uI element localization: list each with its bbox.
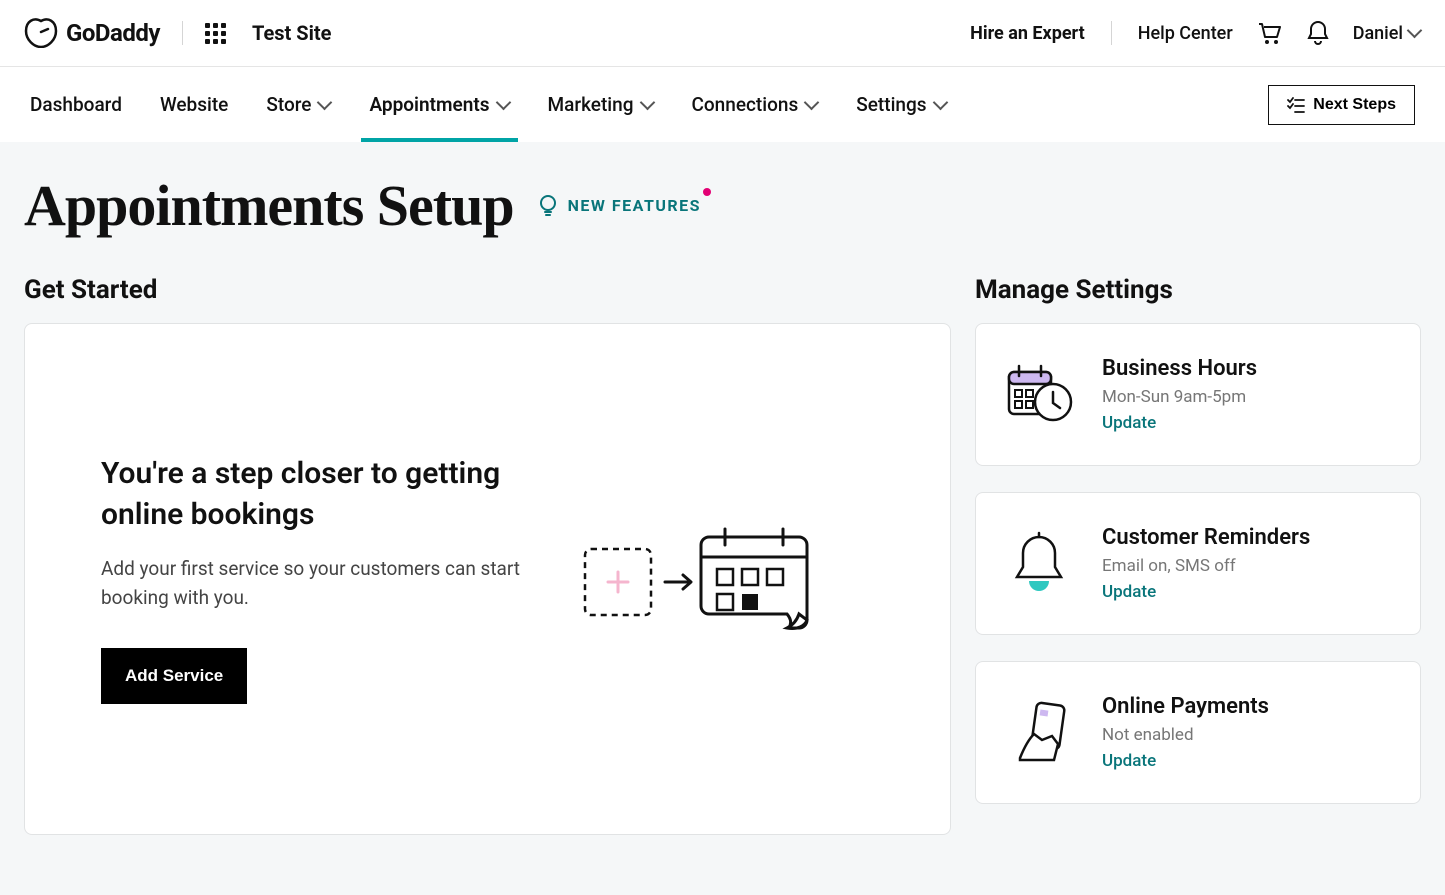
update-link[interactable]: Update	[1102, 751, 1269, 771]
settings-card-customer-reminders: Customer Reminders Email on, SMS off Upd…	[975, 492, 1421, 635]
notification-dot	[703, 188, 711, 196]
page-title-row: Appointments Setup NEW FEATURES	[24, 172, 1421, 239]
help-center-link[interactable]: Help Center	[1138, 23, 1233, 44]
chevron-down-icon	[806, 99, 818, 111]
brand-logo[interactable]: GoDaddy	[24, 18, 160, 48]
chevron-down-icon	[1409, 27, 1421, 39]
add-service-button[interactable]: Add Service	[101, 648, 247, 704]
divider	[1111, 21, 1112, 45]
user-menu[interactable]: Daniel	[1353, 23, 1421, 44]
new-features-link[interactable]: NEW FEATURES	[538, 194, 701, 218]
get-started-title: Get Started	[24, 275, 951, 305]
get-started-heading: You're a step closer to getting online b…	[101, 454, 541, 535]
chevron-down-icon	[642, 99, 654, 111]
user-name: Daniel	[1353, 23, 1403, 44]
settings-card-online-payments: Online Payments Not enabled Update	[975, 661, 1421, 804]
divider	[182, 21, 183, 45]
lightbulb-icon	[538, 194, 558, 218]
next-steps-button[interactable]: Next Steps	[1268, 85, 1415, 125]
manage-settings-section: Manage Settings Business Hours M	[975, 275, 1421, 835]
nav-store[interactable]: Store	[266, 67, 331, 142]
page-content: Appointments Setup NEW FEATURES Get Star…	[0, 142, 1445, 895]
chevron-down-icon	[498, 99, 510, 111]
hire-expert-link[interactable]: Hire an Expert	[970, 23, 1085, 44]
brand-name: GoDaddy	[66, 19, 160, 47]
godaddy-logo-icon	[24, 18, 58, 48]
nav-marketing[interactable]: Marketing	[548, 67, 654, 142]
update-link[interactable]: Update	[1102, 582, 1310, 602]
navbar: Dashboard Website Store Appointments Mar…	[0, 67, 1445, 142]
onboarding-illustration	[581, 517, 811, 641]
nav-dashboard[interactable]: Dashboard	[30, 67, 122, 142]
chevron-down-icon	[935, 99, 947, 111]
settings-card-status: Email on, SMS off	[1102, 556, 1310, 576]
settings-card-status: Mon-Sun 9am-5pm	[1102, 387, 1257, 407]
bell-icon	[1002, 527, 1076, 601]
page-title: Appointments Setup	[24, 172, 514, 239]
apps-grid-icon[interactable]	[205, 23, 226, 44]
site-name[interactable]: Test Site	[252, 21, 331, 45]
get-started-section: Get Started You're a step closer to gett…	[24, 275, 951, 835]
nav-appointments[interactable]: Appointments	[369, 67, 509, 142]
checklist-icon	[1287, 97, 1305, 113]
nav-website[interactable]: Website	[160, 67, 228, 142]
settings-card-status: Not enabled	[1102, 725, 1269, 745]
manage-settings-title: Manage Settings	[975, 275, 1421, 305]
get-started-description: Add your first service so your customers…	[101, 555, 541, 612]
calendar-clock-icon	[1002, 358, 1076, 432]
settings-card-title: Customer Reminders	[1102, 525, 1310, 550]
nav-connections[interactable]: Connections	[692, 67, 819, 142]
settings-card-title: Online Payments	[1102, 694, 1269, 719]
topbar: GoDaddy Test Site Hire an Expert Help Ce…	[0, 0, 1445, 67]
notifications-icon[interactable]	[1305, 19, 1331, 47]
payment-card-icon	[1002, 696, 1076, 770]
cart-icon[interactable]	[1255, 19, 1283, 47]
settings-card-title: Business Hours	[1102, 356, 1257, 381]
topbar-right: Hire an Expert Help Center Daniel	[970, 19, 1421, 47]
get-started-card: You're a step closer to getting online b…	[24, 323, 951, 835]
nav-settings[interactable]: Settings	[856, 67, 946, 142]
chevron-down-icon	[319, 99, 331, 111]
update-link[interactable]: Update	[1102, 413, 1257, 433]
settings-card-business-hours: Business Hours Mon-Sun 9am-5pm Update	[975, 323, 1421, 466]
